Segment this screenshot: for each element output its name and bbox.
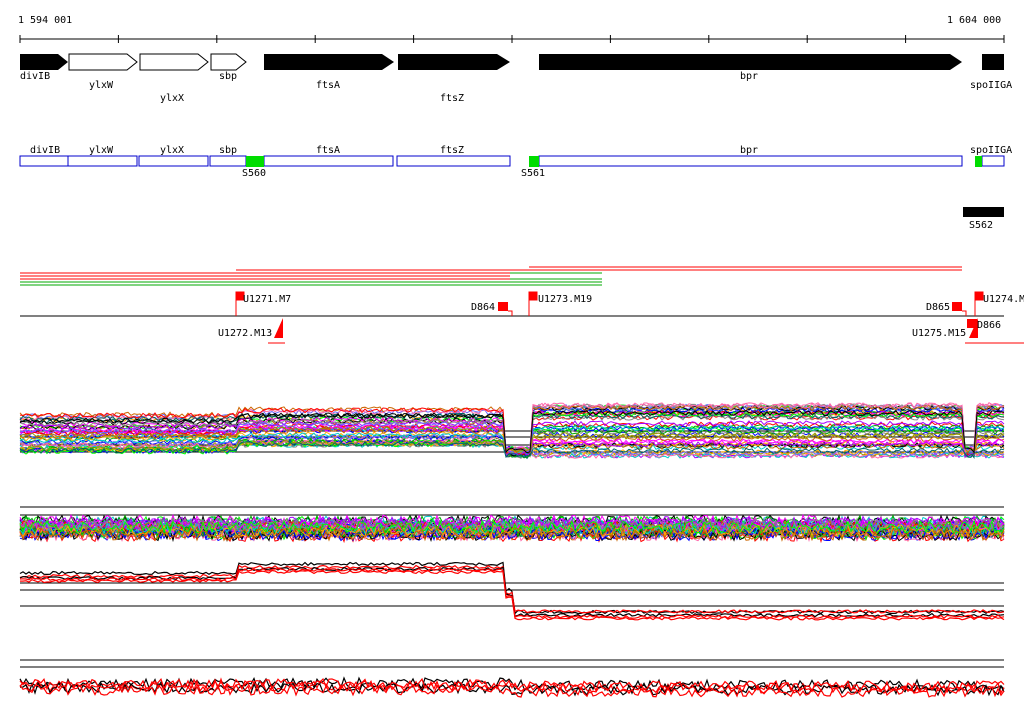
segment-label-ftsZ: ftsZ (440, 145, 464, 156)
gene-label-ftsA: ftsA (316, 80, 340, 91)
gene-label-ylxX: ylxX (160, 93, 184, 104)
segment-box-bpr[interactable] (538, 155, 963, 167)
gene-label-sbp: sbp (219, 71, 237, 82)
segment-box-ylxX[interactable] (138, 155, 209, 167)
segment-box-divIB[interactable] (19, 155, 69, 167)
terminator-D866[interactable] (967, 319, 977, 328)
segment-box-ftsA[interactable] (263, 155, 394, 167)
terminator-D865[interactable] (952, 302, 962, 311)
terminator-label-D866: D866 (977, 320, 1001, 331)
segment-label-ylxW: ylxW (89, 145, 114, 156)
gene-arrow-sbp[interactable] (210, 53, 247, 71)
segment-label-ftsA: ftsA (316, 145, 340, 156)
gene-arrow-ylxW[interactable] (68, 53, 138, 71)
segment-label-bpr: bpr (740, 145, 758, 156)
unit-label-U1275: U1275.M15 (912, 328, 966, 339)
terminator-label-D864: D864 (471, 302, 495, 313)
unit-label-U1271: U1271.M7 (243, 294, 291, 305)
unit-flag-U1274[interactable] (974, 291, 984, 316)
gene-arrow-ftsA[interactable] (264, 54, 394, 70)
gene-label-divIB: divIB (20, 71, 50, 82)
segment-label-sbp: sbp (219, 145, 237, 156)
promoter-S561[interactable] (529, 156, 539, 167)
feature-label-S562: S562 (969, 220, 993, 231)
segment-box-ftsZ[interactable] (396, 155, 511, 167)
gene-label-spoIIGA: spoIIGA (970, 80, 1012, 91)
segment-track: divIB ylxW ylxX sbp ftsA ftsZ bpr spoIIG… (19, 145, 1012, 231)
segment-label-divIB: divIB (30, 145, 60, 156)
unit-label-U1272: U1272.M13 (218, 328, 272, 339)
promoter-label-S560: S560 (242, 168, 266, 179)
segment-label-spoIIGA: spoIIGA (970, 145, 1012, 156)
promoter-S560[interactable] (246, 156, 264, 167)
unit-flag-U1273[interactable] (528, 291, 538, 316)
gene-label-bpr: bpr (740, 71, 758, 82)
gene-label-ylxW: ylxW (89, 80, 114, 91)
gene-label-ftsZ: ftsZ (440, 93, 464, 104)
feature-S562[interactable] (963, 207, 1004, 217)
terminator-label-D865: D865 (926, 302, 950, 313)
expression-track-pointwise-selected (19, 659, 1005, 698)
expression-track-tiling-all (19, 402, 1005, 460)
promoter-spoIIGA[interactable] (975, 156, 982, 167)
gene-arrow-divIB[interactable] (20, 54, 68, 70)
gene-track: divIB ylxW ylxX sbp ftsA ftsZ bpr spoIIG… (20, 53, 1012, 104)
expression-track-pointwise-all (19, 506, 1005, 544)
gene-arrow-bpr[interactable] (539, 54, 962, 70)
unit-flag-U1272[interactable] (274, 318, 283, 338)
coordinate-ruler: 1 594 001 1 604 000 (18, 15, 1005, 43)
unit-label-U1273: U1273.M19 (538, 294, 592, 305)
genome-browser-canvas: 1 594 001 1 604 000 divIB ylxW ylxX sbp … (18, 15, 1024, 698)
gene-arrow-ylxX[interactable] (139, 53, 209, 71)
segment-box-ylxW[interactable] (67, 155, 138, 167)
gene-arrow-ftsZ[interactable] (398, 54, 510, 70)
transcription-unit-track: U1271.M7 U1273.M19 U1274.M U1272.M13 U12… (20, 266, 1024, 344)
terminator-D864[interactable] (498, 302, 508, 311)
promoter-label-S561: S561 (521, 168, 545, 179)
start-coordinate: 1 594 001 (18, 15, 72, 26)
expression-track-tiling-selected (19, 561, 1005, 621)
end-coordinate: 1 604 000 (947, 15, 1001, 26)
segment-box-spoIIGA[interactable] (981, 155, 1005, 167)
segment-label-ylxX: ylxX (160, 145, 184, 156)
segment-box-sbp[interactable] (209, 155, 247, 167)
unit-label-U1274: U1274.M (983, 294, 1024, 305)
gene-arrow-spoIIGA[interactable] (982, 54, 1004, 70)
